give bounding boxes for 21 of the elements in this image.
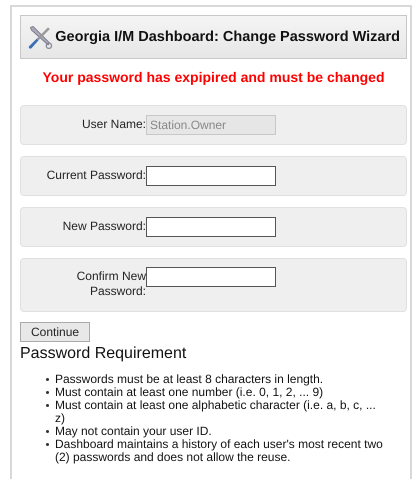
input-field[interactable] <box>146 217 276 237</box>
bullet-icon <box>46 443 49 446</box>
bullet-icon <box>46 430 49 433</box>
input-field[interactable] <box>146 166 276 186</box>
field-label: Confirm New Password: <box>76 268 146 299</box>
requirement-text: Dashboard maintains a history of each user's most recent two (2) passwords and does not allow the reuse. <box>55 438 384 464</box>
field-label: New Password: <box>62 218 146 234</box>
requirement-text: Must contain at least one alphabetic character (i.e. a, b, c, ... z) <box>55 399 377 425</box>
input-field[interactable] <box>146 267 276 287</box>
section-heading: Password Requirement <box>20 345 188 363</box>
requirement-text: Must contain at least one number (i.e. 0, 1, 2, ... 9) <box>55 386 324 399</box>
error-message: Your password has expipired and must be changed <box>41 69 386 85</box>
field-label: Current Password: <box>46 167 146 183</box>
bullet-icon <box>46 404 49 407</box>
bullet-icon <box>46 391 49 394</box>
bullet-icon <box>46 378 49 381</box>
field-label: User Name: <box>80 116 146 132</box>
window-title: Georgia I/M Dashboard: Change Password Wizard <box>55 29 400 45</box>
continue-button[interactable]: Continue <box>20 322 90 342</box>
requirement-text: Passwords must be at least 8 characters in length. <box>55 373 324 386</box>
requirement-text: May not contain your user ID. <box>55 425 212 438</box>
